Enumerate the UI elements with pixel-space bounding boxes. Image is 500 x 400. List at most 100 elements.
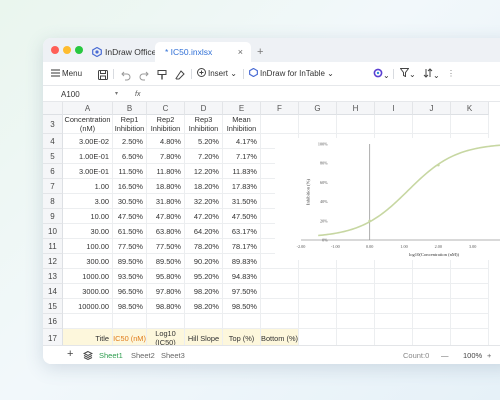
column-header-h[interactable]: H <box>337 102 375 115</box>
empty-cell[interactable] <box>451 115 489 134</box>
table-cell[interactable]: 77.50% <box>113 239 147 254</box>
fx-icon[interactable]: fx <box>135 89 140 100</box>
empty-cell[interactable] <box>375 115 413 134</box>
table-cell[interactable]: 11.50% <box>113 164 147 179</box>
close-tab-icon[interactable]: × <box>238 42 243 62</box>
table-cell[interactable]: 3.00 <box>63 194 113 209</box>
table-cell[interactable]: 77.50% <box>147 239 185 254</box>
redo-icon[interactable] <box>139 69 149 81</box>
table-header-cell[interactable]: Mean Inhibition <box>223 115 261 134</box>
format-painter-icon[interactable] <box>157 69 167 81</box>
table-cell[interactable]: 7.17% <box>223 149 261 164</box>
table-cell[interactable]: 7.80% <box>147 149 185 164</box>
empty-cell[interactable] <box>147 314 185 329</box>
row-header-5[interactable]: 5 <box>43 149 63 164</box>
column-header-c[interactable]: C <box>147 102 185 115</box>
table-cell[interactable]: 1000.00 <box>63 269 113 284</box>
column-header-b[interactable]: B <box>113 102 147 115</box>
empty-cell[interactable] <box>223 314 261 329</box>
table-cell[interactable]: 90.20% <box>185 254 223 269</box>
table-cell[interactable]: 94.83% <box>223 269 261 284</box>
table-cell[interactable]: 78.20% <box>185 239 223 254</box>
table-cell[interactable]: 98.50% <box>113 299 147 314</box>
empty-cell[interactable] <box>261 115 299 134</box>
table-cell[interactable]: 1.00E-01 <box>63 149 113 164</box>
table-cell[interactable]: 95.80% <box>147 269 185 284</box>
table-cell[interactable]: 64.20% <box>185 224 223 239</box>
column-header-a[interactable]: A <box>63 102 113 115</box>
table-cell[interactable]: 30.50% <box>113 194 147 209</box>
empty-cell[interactable] <box>299 115 337 134</box>
row-header-3[interactable]: 3 <box>43 115 63 134</box>
table-cell[interactable]: 98.20% <box>185 299 223 314</box>
table-cell[interactable]: 11.83% <box>223 164 261 179</box>
empty-cell[interactable] <box>261 299 299 314</box>
empty-cell[interactable] <box>375 269 413 284</box>
table-cell[interactable]: 6.50% <box>113 149 147 164</box>
table-cell[interactable]: 47.50% <box>113 209 147 224</box>
table-cell[interactable]: 3000.00 <box>63 284 113 299</box>
empty-cell[interactable] <box>337 269 375 284</box>
empty-cell[interactable] <box>375 299 413 314</box>
row-header-4[interactable]: 4 <box>43 134 63 149</box>
empty-cell[interactable] <box>413 284 451 299</box>
table-cell[interactable]: 10.00 <box>63 209 113 224</box>
indraw-for-intable-button[interactable]: InDraw for InTable ⌄ <box>249 67 334 80</box>
table-cell[interactable]: 96.50% <box>113 284 147 299</box>
new-tab-button[interactable]: + <box>257 42 263 62</box>
empty-cell[interactable] <box>451 314 489 329</box>
table-cell[interactable]: 3.00E-01 <box>63 164 113 179</box>
row-header-15[interactable]: 15 <box>43 299 63 314</box>
tab-sheet1[interactable]: Sheet1 <box>99 350 123 361</box>
empty-cell[interactable] <box>337 115 375 134</box>
table-cell[interactable]: 1.00 <box>63 179 113 194</box>
table-cell[interactable]: 18.20% <box>185 179 223 194</box>
row-header-8[interactable]: 8 <box>43 194 63 209</box>
table-header-cell[interactable]: Rep1 Inhibition <box>113 115 147 134</box>
more-options-icon[interactable]: ⋮ <box>447 68 455 80</box>
column-header-j[interactable]: J <box>413 102 451 115</box>
table-cell[interactable]: 100.00 <box>63 239 113 254</box>
column-header-k[interactable]: K <box>451 102 489 115</box>
column-header-g[interactable]: G <box>299 102 337 115</box>
table-cell[interactable]: 89.50% <box>147 254 185 269</box>
menu-button[interactable]: Menu <box>51 68 82 80</box>
add-sheet-button[interactable]: + <box>67 349 73 360</box>
table-cell[interactable]: 89.50% <box>113 254 147 269</box>
table-cell[interactable]: 300.00 <box>63 254 113 269</box>
empty-cell[interactable] <box>299 299 337 314</box>
empty-cell[interactable] <box>299 284 337 299</box>
table-cell[interactable]: 16.50% <box>113 179 147 194</box>
table-header-cell[interactable]: Concentration (nM) <box>63 115 113 134</box>
select-all-corner[interactable] <box>43 102 63 115</box>
table-cell[interactable]: 93.50% <box>113 269 147 284</box>
minimize-window-button[interactable] <box>63 46 71 54</box>
row-header-13[interactable]: 13 <box>43 269 63 284</box>
table-cell[interactable]: 47.20% <box>185 209 223 224</box>
column-header-f[interactable]: F <box>261 102 299 115</box>
table-cell[interactable]: 31.80% <box>147 194 185 209</box>
column-header-e[interactable]: E <box>223 102 261 115</box>
table-cell[interactable]: 47.80% <box>147 209 185 224</box>
row-header-9[interactable]: 9 <box>43 209 63 224</box>
table-header-cell[interactable]: Rep2 Inhibition <box>147 115 185 134</box>
sort-button[interactable]: ⌄ <box>423 68 440 80</box>
table-cell[interactable]: 5.20% <box>185 134 223 149</box>
empty-cell[interactable] <box>451 299 489 314</box>
row-header-11[interactable]: 11 <box>43 239 63 254</box>
empty-cell[interactable] <box>337 299 375 314</box>
table-cell[interactable]: 97.80% <box>147 284 185 299</box>
empty-cell[interactable] <box>261 314 299 329</box>
table-cell[interactable]: 61.50% <box>113 224 147 239</box>
table-cell[interactable]: 98.20% <box>185 284 223 299</box>
empty-cell[interactable] <box>413 115 451 134</box>
empty-cell[interactable] <box>63 314 113 329</box>
table-cell[interactable]: 89.83% <box>223 254 261 269</box>
table-cell[interactable]: 4.80% <box>147 134 185 149</box>
maximize-window-button[interactable] <box>75 46 83 54</box>
table-cell[interactable]: 18.80% <box>147 179 185 194</box>
table-header-cell[interactable]: Rep3 Inhibition <box>185 115 223 134</box>
undo-icon[interactable] <box>121 69 131 81</box>
dose-response-chart[interactable]: -2.00-1.000.001.002.003.004.000%20%40%60… <box>275 138 500 260</box>
tab-sheet3[interactable]: Sheet3 <box>161 350 185 361</box>
